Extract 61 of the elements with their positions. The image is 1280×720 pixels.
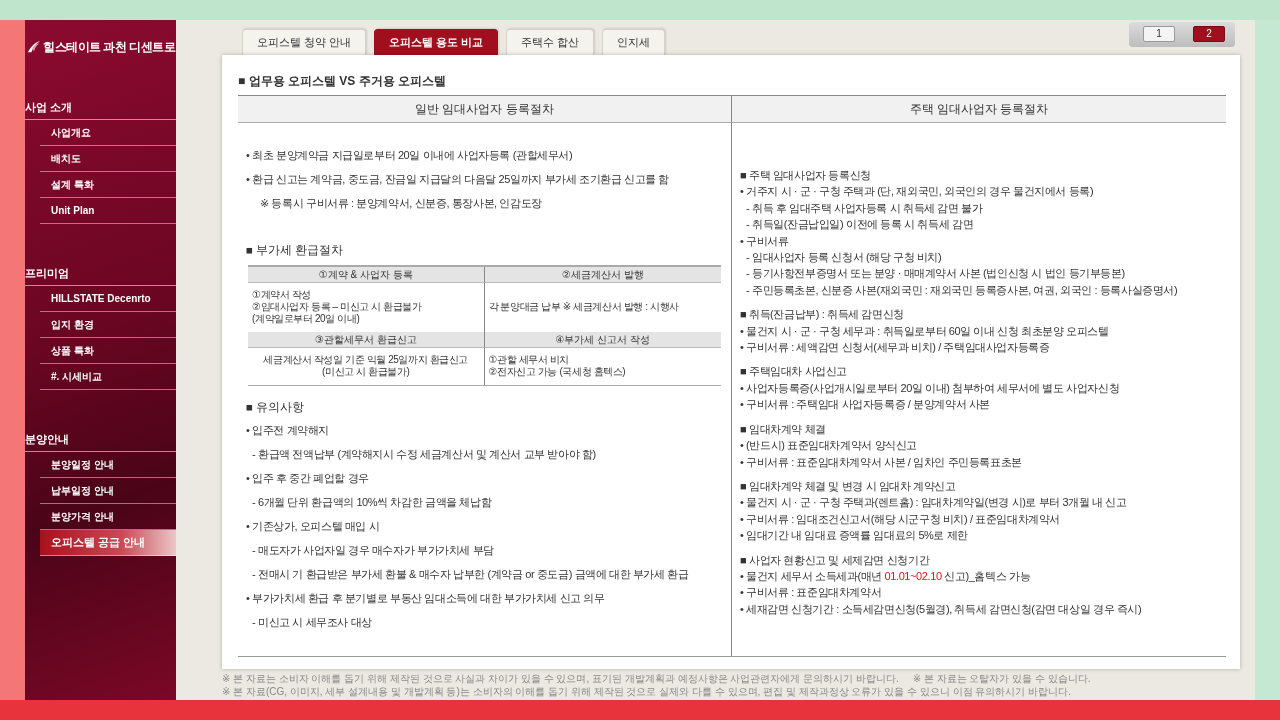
list-text: • 구비서류 — [740, 233, 790, 249]
footnote: ※ 본 자료는 오탈자가 있을 수 있습니다. — [912, 672, 1091, 685]
table-cell: 세금계산서 작성일 기준 익월 25일까지 환급신고 (미신고 시 환급불가) — [248, 348, 485, 385]
list-text: • 입주전 계약해지 — [246, 423, 330, 438]
footnote: ※ 본 자료는 소비자 이해를 돕기 위해 제작된 것으로 사실과 차이가 있을 수 있으며, 표기된 개발계획과 예정사항은 사업관련자에게 문의하시기 바랍니다. — [222, 672, 899, 685]
page-button[interactable]: 2 — [1193, 26, 1225, 42]
list-text: - 전매시 기 환급받은 부가세 환불 & 매수자 납부한 (계약금 or 중도금) 금액에 대한 부가세 환급 — [251, 567, 690, 582]
list-text: - 매도자가 사업자일 경우 매수자가 부가가치세 부담 — [251, 543, 495, 558]
list-text: - 미신고 시 세무조사 대상 — [251, 615, 373, 630]
table-header: ③관할세무서 환급신고 — [248, 332, 485, 348]
section-title: ■ 업무용 오피스텔 VS 주거용 오피스텔 — [238, 73, 447, 90]
list-text: ※ 등록시 구비서류 : 분양계약서, 신분증, 통장사본, 인감도장 — [259, 196, 543, 211]
list-text: - 환급액 전액납부 (계약해지시 수정 세금계산서 및 계산서 교부 받아야 함) — [251, 447, 597, 462]
tab[interactable]: 인지세 — [602, 29, 666, 55]
list-text: • 사업자등록증(사업개시일로부터 20일 이내) 첨부하여 세무서에 별도 사업자신청 — [740, 380, 1121, 396]
list-text: • (반드시) 표준임대차계약서 양식신고 — [740, 438, 918, 454]
section-title: ■ 부가세 환급절차 — [246, 243, 345, 258]
table-cell-text: 각 분양대금 납부 ※ 세금계산서 발행 : 시행사 — [487, 300, 680, 314]
list-text: • 부가가치세 환급 후 분기별로 부동산 임대소득에 대한 부가가치세 신고 의무 — [246, 591, 606, 606]
list-text: • 구비서류 : 표준임대차계약서 사본 / 임차인 주민등록표초본 — [740, 454, 1023, 470]
footnote: ※ 본 자료(CG, 이미지, 세부 설계내용 및 개발계획 등)는 소비자의 이해를 돕기 위해 제작된 것으로 실제와 다를 수 있으며, 편집 및 제작과정상 오류가 있을 수 있으니 이점 유의하시기 바랍니다. — [222, 685, 1071, 698]
column-header: 주택 임대사업자 등록절차 — [732, 96, 1226, 123]
table-header: ①계약 & 사업자 등록 — [248, 267, 485, 283]
section-title: ■ 유의사항 — [246, 400, 306, 415]
list-text: • 구비서류 : 세액감면 신청서(세무과 비치) / 주택임대사업자등록증 — [740, 340, 1051, 356]
table-header: ②세금계산서 발행 — [484, 267, 721, 283]
section-title: ■ 취득(잔금납부) : 취득세 감면신청 — [740, 307, 905, 323]
section-title: ■ 임대차계약 체결 — [740, 421, 827, 437]
table-header: ④부가세 신고서 작성 — [484, 332, 721, 348]
list-text: - 6개월 단위 환급액의 10%씩 차감한 금액을 체납함 — [251, 495, 493, 510]
list-text: • 구비서류 : 주택임대 사업자등록증 / 분양계약서 사본 — [740, 397, 991, 413]
logo-icon — [27, 39, 41, 55]
section-title: ■ 주택 임대사업자 등록신청 — [740, 168, 872, 183]
list-text: • 최초 분양계약금 지급일로부터 20일 이내에 사업자등록 (관할세무서) — [246, 148, 574, 163]
list-text: • 물건지 세무서 소득세과(매년 01.01~02.10 신고)_홈텍스 가능 — [740, 568, 1032, 584]
list-text: - 취득 후 임대주택 사업자등록 시 취득세 감면 불가 — [745, 200, 984, 216]
list-text: - 주민등록초본, 신분증 사본(재외국민 : 재외국민 등록증사본, 여권, 외국인 : 등록사실증명서) — [745, 282, 1179, 298]
list-text: • 구비서류 : 임대조건신고서(해당 시군구청 비치) / 표준임대차계약서 — [740, 511, 1062, 527]
section-title: ■ 임대차계약 체결 및 변경 시 임대차 계약신고 — [740, 478, 957, 494]
list-text: - 취득일(잔금납입일) 이전에 등록 시 취득세 감면 — [745, 217, 975, 233]
section-title: ■ 사업자 현황신고 및 세제감면 신청기간 — [740, 552, 931, 568]
sidebar-item[interactable]: 오피스텔 공급 안내 — [40, 530, 176, 556]
list-text: • 입주 후 중간 폐업할 경우 — [246, 471, 370, 486]
tab[interactable]: 주택수 합산 — [506, 29, 595, 55]
list-text: - 임대사업자 등록 신청서 (해당 구청 비치) — [745, 250, 943, 266]
tab[interactable]: 오피스텔 청약 안내 — [242, 29, 367, 55]
list-text: • 물건지 시 · 군 · 구청 주택과(렌트홈) : 임대차계약일(변경 시)로 부터 3개월 내 신고 — [740, 495, 1128, 511]
list-text: - 등기사항전부증명서 또는 분양 · 매매계약서 사본 (법인신청 시 법인 등기부등본) — [745, 266, 1126, 282]
list-text: • 물건지 시 · 군 · 구청 세무과 : 취득일로부터 60일 이내 신청 최초분양 오피스텔 — [740, 323, 1110, 339]
list-text: • 구비서류 : 표준임대차계약서 — [740, 585, 883, 601]
column-header: 일반 임대사업자 등록절차 — [238, 96, 732, 123]
brand-name: 힐스테이트 과천 디센트로 — [43, 38, 176, 56]
tab[interactable]: 오피스텔 용도 비교 — [374, 29, 499, 55]
list-text: • 임대기간 내 임대료 증액률 임대료의 5%로 제한 — [740, 528, 969, 544]
section-title: ■ 주택임대차 사업신고 — [740, 364, 848, 380]
page-button[interactable]: 1 — [1143, 26, 1175, 42]
list-text: • 기존상가, 오피스텔 매입 시 — [246, 519, 381, 534]
list-text: • 환급 신고는 계약금, 중도금, 잔금일 지급달의 다음달 25일까지 부가세 조기환급 신고를 함 — [246, 172, 671, 187]
list-text: • 세재감면 신청기간 : 소득세감면신청(5월경), 취득세 감면신청(감면 대상일 경우 즉시) — [740, 601, 1143, 617]
table-cell-text: ①관할 세무서 비치 ②전자신고 가능 (국세청 홈텍스) — [487, 353, 627, 379]
list-text: • 거주지 시 · 군 · 구청 주택과 (단, 재외국민, 외국인의 경우 물건지에서 등록) — [740, 184, 1095, 200]
